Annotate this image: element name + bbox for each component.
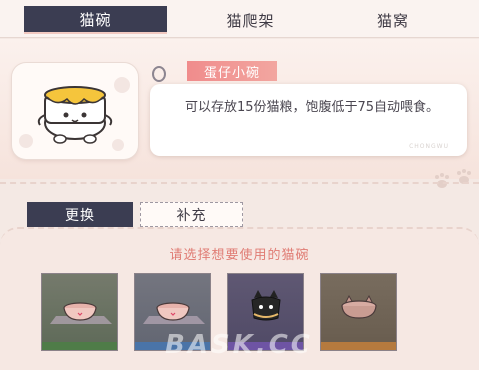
tab-cat-bed[interactable]: 猫窝 (330, 6, 456, 34)
select-bowl-prompt: 请选择想要使用的猫碗 (169, 248, 310, 263)
top-tab-bar: 猫碗 猫爬架 猫窝 (0, 0, 479, 38)
slot-base (42, 342, 117, 350)
site-watermark: BASK.CC (165, 330, 313, 360)
section-divider (0, 182, 479, 184)
item-preview-frame (12, 63, 138, 159)
bowl-slot-1[interactable] (41, 273, 118, 351)
slot-base (321, 342, 396, 350)
tag-ring-icon (152, 66, 166, 82)
tab-replace[interactable]: 更换 (27, 202, 133, 227)
item-description-card: 可以存放15份猫粮，饱腹低于75自动喂食。 CHONGWU (150, 84, 467, 156)
egg-bowl-icon (19, 77, 130, 151)
item-name-tag: 蛋仔小碗 (187, 61, 277, 81)
tab-cat-tree[interactable]: 猫爬架 (178, 6, 323, 34)
tab-cat-bowl[interactable]: 猫碗 (24, 6, 167, 34)
cat-ear-bowl-icon (341, 294, 377, 319)
tab-refill[interactable]: 补充 (140, 202, 243, 227)
bowl-slot-4[interactable] (320, 273, 397, 351)
card-mark: CHONGWU (409, 143, 449, 150)
item-description: 可以存放15份猫粮，饱腹低于75自动喂食。 (184, 100, 440, 115)
pink-bowl-icon (50, 302, 112, 324)
paw-prints-icon (435, 169, 471, 188)
